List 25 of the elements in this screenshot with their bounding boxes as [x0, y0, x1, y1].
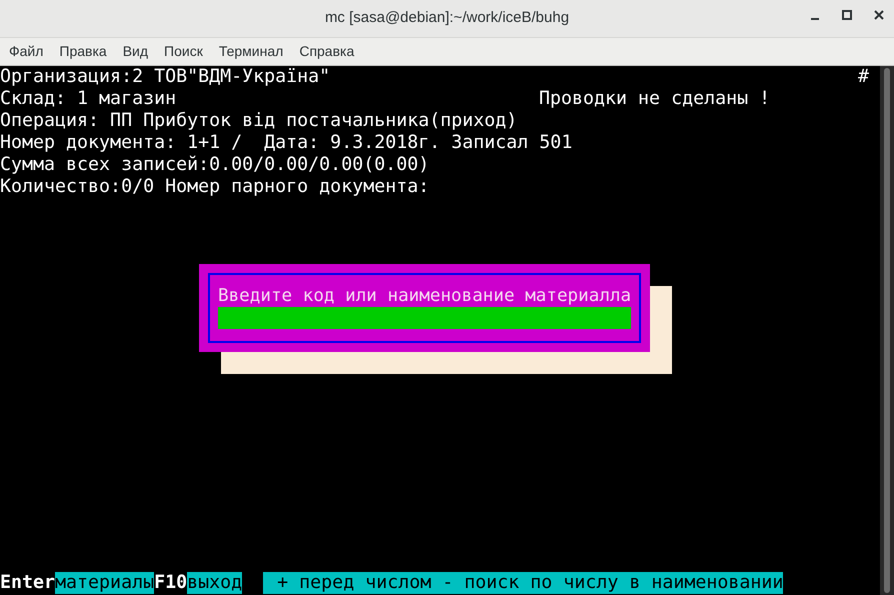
key-label: F10	[154, 572, 188, 594]
menu-item[interactable]: Файл	[1, 41, 52, 62]
dialog-prompt: Введите код или наименование материалла	[218, 285, 631, 307]
menu-item[interactable]: Терминал	[210, 41, 292, 62]
terminal-text: Проводки не сделаны !	[539, 88, 770, 110]
terminal-line: Организация:2 ТОВ"ВДМ-Україна"	[0, 66, 332, 88]
close-icon[interactable]	[874, 10, 884, 20]
terminal-line: Склад: 1 магазин	[0, 88, 178, 110]
key-label: Enter	[0, 572, 56, 594]
maximize-icon[interactable]	[842, 10, 852, 20]
key-action[interactable]: выход	[187, 572, 242, 594]
key-action[interactable]: материалы	[55, 572, 154, 594]
terminal-line: Количество:0/0 Номер парного документа:	[0, 176, 430, 198]
menu-item[interactable]: Справка	[291, 41, 362, 62]
input-field[interactable]	[218, 307, 631, 329]
hint-text: + перед числом - поиск по числу в наименовании	[263, 572, 784, 594]
window-title: mc [sasa@debian]:~/work/iceB/buhg	[324, 8, 570, 28]
menu-item[interactable]: Вид	[114, 41, 156, 62]
menu-item[interactable]: Поиск	[156, 41, 211, 62]
terminal-line: Операция: ПП Прибуток від постачальника(приход)	[0, 110, 518, 132]
terminal-text: #	[858, 66, 870, 88]
terminal-line: Сумма всех записей:0.00/0.00/0.00(0.00)	[0, 154, 430, 176]
menu-item[interactable]: Правка	[51, 41, 115, 62]
scrollbar-thumb[interactable]	[884, 68, 890, 593]
terminal-line: Номер документа: 1+1 / Дата: 9.3.2018г. Записал 501	[0, 132, 572, 154]
